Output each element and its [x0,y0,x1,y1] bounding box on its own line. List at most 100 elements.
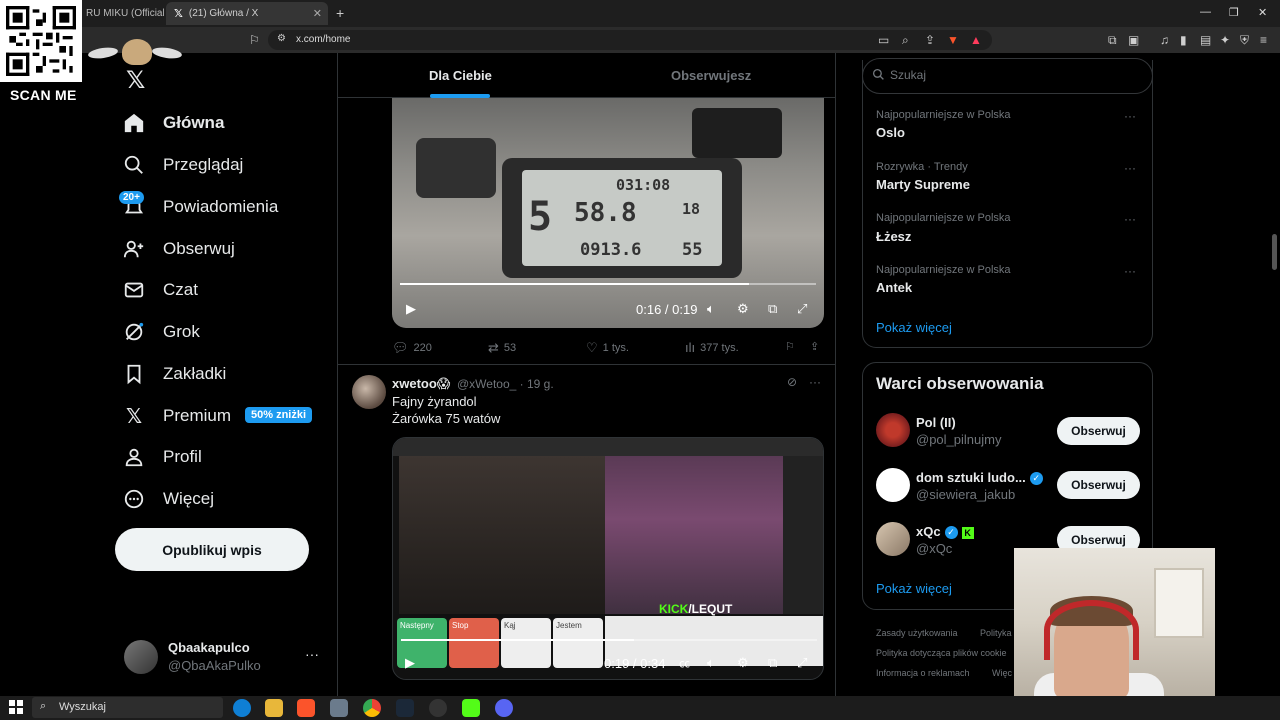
tab-for-you[interactable]: Dla Ciebie [429,68,492,83]
suggested-account-handle[interactable]: @xQc [916,541,952,556]
nav-explore[interactable]: Przeglądaj [120,148,243,182]
wallet2-icon[interactable]: ▤ [1200,33,1211,47]
share-icon[interactable]: ⇪ [925,33,935,47]
trends-show-more-link[interactable]: Pokaż więcej [876,320,952,335]
like-button[interactable]: ♡ 1 tys. [586,340,629,356]
browser-tab-x[interactable]: 𝕏 (21) Główna / X ✕ [166,2,328,25]
suggested-account-name[interactable]: dom sztuki ludo... ✓ [916,470,1043,486]
close-window-icon[interactable]: ✕ [1258,6,1267,19]
tweet1-video[interactable]: 031:08 5 58.8 18 0913.6 55 ▶ 0:16 / 0:19… [392,98,824,328]
pip-icon[interactable]: ⧉ [768,655,777,671]
brave-rewards-icon[interactable]: ▲ [970,33,982,47]
nav-profile[interactable]: Profil [120,440,202,474]
nav-grok[interactable]: Grok [120,315,200,349]
nav-chat[interactable]: Czat [120,273,198,307]
kick-app-icon[interactable] [462,699,480,717]
restore-icon[interactable]: ❐ [1229,6,1239,19]
tab-following[interactable]: Obserwujesz [671,68,751,83]
trend-more-icon[interactable]: ··· [1124,109,1136,123]
video-progress-bar[interactable] [400,283,816,285]
bookmark-icon[interactable]: ⚐ [249,33,260,47]
account-name[interactable]: Qbaakapulco [168,640,250,655]
brave-shield-icon[interactable]: ▼ [947,33,959,47]
nav-more[interactable]: Więcej [120,482,214,516]
volume-icon[interactable]: 🔈︎ [707,655,715,671]
pip-icon[interactable]: ⧉ [768,301,777,317]
extensions-icon[interactable]: ⧉ [1108,33,1117,48]
trend-more-icon[interactable]: ··· [1124,161,1136,175]
discord-icon[interactable] [495,699,513,717]
cast-icon[interactable]: ▭ [878,33,889,47]
leo-icon[interactable]: ✦ [1220,33,1230,47]
sidebar-icon[interactable]: ▮ [1180,33,1187,47]
footer-link-ads[interactable]: Informacja o reklamach [876,668,970,678]
nav-premium[interactable]: 𝕏 Premium [120,399,231,433]
close-tab-icon[interactable]: ✕ [313,7,322,20]
site-info-icon[interactable]: ⚙ [277,33,286,44]
avatar[interactable] [876,468,910,502]
avatar[interactable] [124,640,158,674]
suggested-account-name[interactable]: Pol (II) [916,415,956,430]
app-icon[interactable] [330,699,348,717]
obs-icon[interactable] [429,699,447,717]
account-handle[interactable]: @QbaAkaPulko [168,658,261,673]
edge-icon[interactable] [233,699,251,717]
trend-name[interactable]: Antek [876,280,912,295]
post-button[interactable]: Opublikuj wpis [115,528,309,571]
menu-icon[interactable]: ≡ [1260,33,1267,47]
minimize-icon[interactable]: — [1200,6,1211,18]
bookmark-tweet-icon[interactable]: ⚐ [785,340,795,353]
trend-name[interactable]: Marty Supreme [876,177,970,192]
chrome-icon[interactable] [363,699,381,717]
views-button[interactable]: ılı 377 tys. [685,340,739,355]
footer-link-cookies[interactable]: Polityka dotycząca plików cookie [876,648,1007,658]
page-scrollbar-thumb[interactable] [1272,234,1277,270]
browser-tab-music[interactable]: RU MIKU (Official Vid [78,2,164,25]
repost-button[interactable]: ⇄ 53 [488,340,516,356]
follow-show-more-link[interactable]: Pokaż więcej [876,581,952,596]
reply-button[interactable]: 💬︎ 220 [392,340,432,356]
x-logo-icon[interactable]: 𝕏 [126,66,145,95]
tweet-author-name[interactable]: xwetoo😱 [392,376,450,392]
captions-icon[interactable]: ㏄ [679,655,690,671]
volume-icon[interactable]: 🔈︎ [707,301,715,317]
suggested-account-handle[interactable]: @siewiera_jakub [916,487,1015,502]
share-tweet-icon[interactable]: ⇪ [810,340,819,353]
footer-link-more[interactable]: Więc [992,668,1012,678]
windows-start-icon[interactable] [9,700,23,714]
tweet2-video[interactable]: KICK/LEQUT Następny Stop Kąj Jestem ▶ 0:… [392,437,824,680]
follow-button[interactable]: Obserwuj [1057,417,1140,445]
brave-icon[interactable] [297,699,315,717]
settings-icon[interactable]: ⚙ [737,301,749,317]
suggested-account-handle[interactable]: @pol_pilnujmy [916,432,1001,447]
trend-name[interactable]: Oslo [876,125,905,140]
music-icon[interactable]: ♫ [1160,33,1169,47]
avatar[interactable] [876,413,910,447]
steam-icon[interactable] [396,699,414,717]
follow-button[interactable]: Obserwuj [1057,471,1140,499]
play-icon[interactable]: ▶ [406,301,416,317]
avatar[interactable] [876,522,910,556]
file-explorer-icon[interactable] [265,699,283,717]
fullscreen-icon[interactable]: ⤢ [797,655,807,671]
trend-more-icon[interactable]: ··· [1124,264,1136,278]
account-menu-icon[interactable]: ··· [305,646,319,662]
tweet-author-handle[interactable]: @xWetoo_ · 19 g. [457,377,554,391]
wallet-icon[interactable]: ▣ [1128,33,1139,47]
nav-follow[interactable]: Obserwuj [120,232,235,266]
settings-icon[interactable]: ⚙ [737,655,749,671]
video-progress-bar[interactable] [401,639,817,641]
nav-bookmarks[interactable]: Zakładki [120,357,226,391]
suggested-account-name[interactable]: xQc ✓ K [916,524,974,540]
fullscreen-icon[interactable]: ⤢ [797,301,807,317]
tweet-more-icon[interactable]: ··· [809,375,821,389]
avatar[interactable] [352,375,386,409]
play-icon[interactable]: ▶ [405,655,415,671]
footer-link-policy[interactable]: Polityka [980,628,1012,638]
vpn-icon[interactable]: ⛨ [1240,33,1249,48]
url-text[interactable]: x.com/home [296,34,350,45]
grok-tweet-icon[interactable]: ⊘ [787,375,797,389]
footer-link-terms[interactable]: Zasady użytkowania [876,628,958,638]
zoom-icon[interactable]: ⌕ [902,33,909,48]
trend-name[interactable]: Łżesz [876,229,911,244]
